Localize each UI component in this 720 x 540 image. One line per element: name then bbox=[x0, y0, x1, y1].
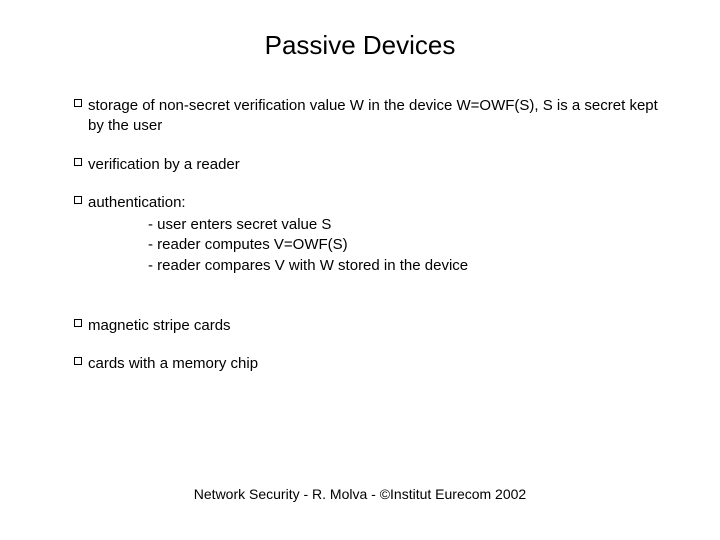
bullet-text: authentication: bbox=[88, 194, 186, 211]
footer-text: Network Security - R. Molva - ©Institut … bbox=[0, 486, 720, 502]
sub-item: - reader computes V=OWF(S) bbox=[148, 235, 670, 255]
slide: Passive Devices storage of non-secret ve… bbox=[0, 0, 720, 540]
square-bullet-icon bbox=[74, 196, 82, 204]
bullet-text: verification by a reader bbox=[88, 156, 240, 173]
bullet-cards-chip: cards with a memory chip bbox=[74, 354, 670, 374]
bullet-verification: verification by a reader bbox=[74, 155, 670, 175]
square-bullet-icon bbox=[74, 357, 82, 365]
square-bullet-icon bbox=[74, 158, 82, 166]
sub-list: - user enters secret value S - reader co… bbox=[88, 215, 670, 276]
sub-item: - user enters secret value S bbox=[148, 215, 670, 235]
bullet-text: cards with a memory chip bbox=[88, 355, 258, 372]
bullet-storage: storage of non-secret verification value… bbox=[74, 96, 670, 137]
bullet-text: storage of non-secret verification value… bbox=[88, 97, 658, 134]
page-title: Passive Devices bbox=[50, 30, 670, 61]
bullet-text: magnetic stripe cards bbox=[88, 317, 231, 334]
sub-item: - reader compares V with W stored in the… bbox=[148, 256, 670, 276]
content-area: storage of non-secret verification value… bbox=[50, 96, 670, 374]
square-bullet-icon bbox=[74, 99, 82, 107]
square-bullet-icon bbox=[74, 319, 82, 327]
bullet-magnetic: magnetic stripe cards bbox=[74, 316, 670, 336]
bullet-authentication: authentication: - user enters secret val… bbox=[74, 193, 670, 276]
